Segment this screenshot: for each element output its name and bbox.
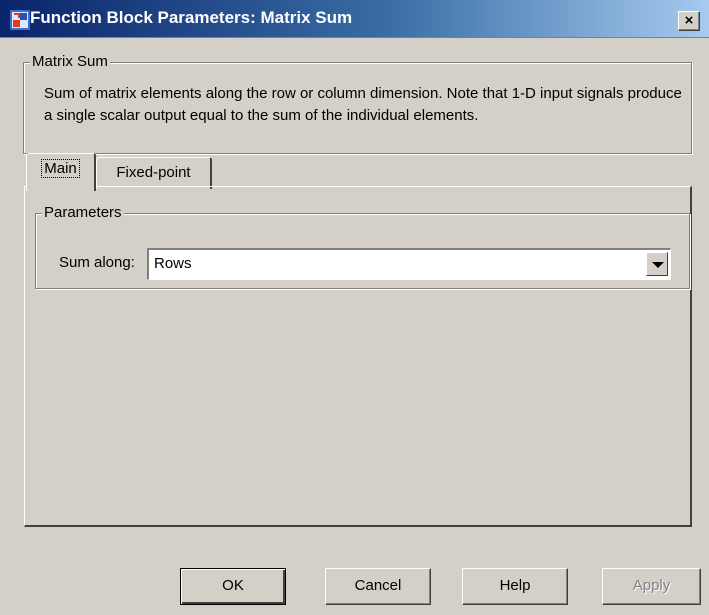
block-description: Sum of matrix elements along the row or … (44, 85, 682, 124)
tab-main[interactable]: Main (26, 153, 96, 191)
sum-along-label: Sum along: (59, 254, 135, 271)
tab-fixed-point[interactable]: Fixed-point (96, 157, 212, 189)
simulink-block-icon[interactable] (10, 10, 30, 30)
title-bar[interactable]: Function Block Parameters: Matrix Sum × (0, 0, 709, 38)
block-description-group: Matrix Sum Sum of matrix elements along … (23, 53, 692, 154)
parameters-group: Parameters Sum along: Rows (35, 204, 690, 289)
block-group-title: Matrix Sum (30, 53, 110, 70)
close-button[interactable]: × (678, 11, 700, 31)
cancel-button[interactable]: Cancel (325, 568, 431, 605)
chevron-down-icon[interactable] (646, 252, 668, 276)
parameters-group-title: Parameters (42, 204, 124, 221)
tab-main-label: Main (41, 159, 80, 178)
window-title: Function Block Parameters: Matrix Sum (30, 8, 353, 27)
sum-along-value: Rows (154, 255, 192, 272)
close-icon: × (684, 12, 694, 29)
tab-fixed-point-label: Fixed-point (116, 164, 191, 181)
sum-along-dropdown[interactable]: Rows (147, 248, 671, 280)
help-button[interactable]: Help (462, 568, 568, 605)
tab-panel-main: Parameters Sum along: Rows (24, 186, 692, 527)
apply-button[interactable]: Apply (602, 568, 701, 605)
ok-button[interactable]: OK (180, 568, 286, 605)
